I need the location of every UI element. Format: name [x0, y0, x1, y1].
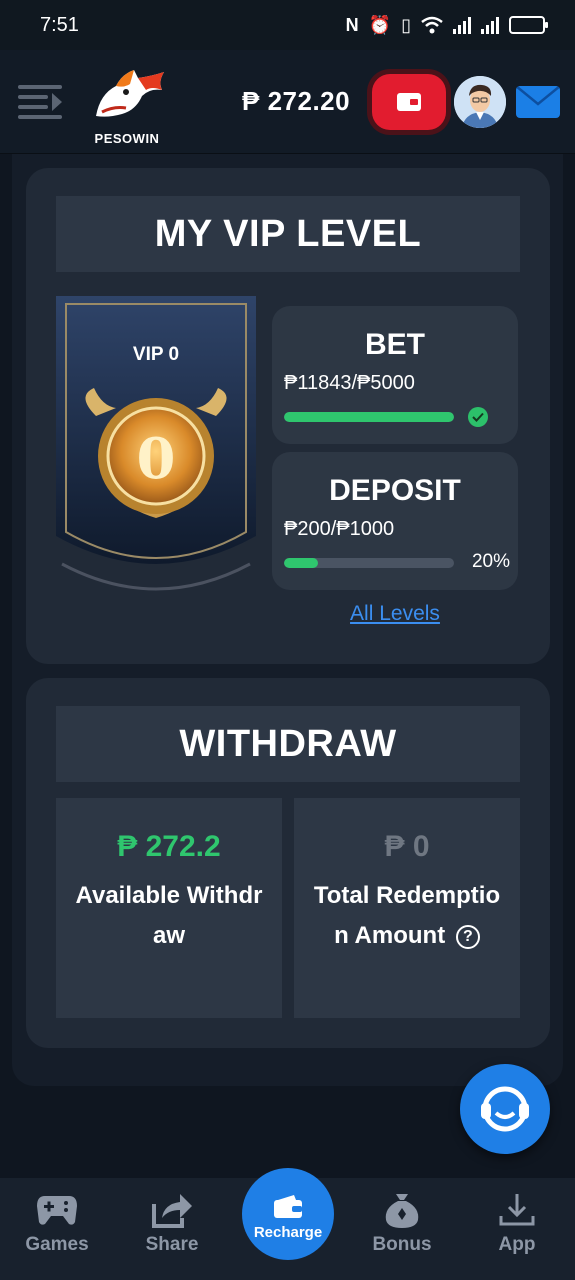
nav-games-label: Games — [25, 1234, 89, 1255]
menu-button[interactable] — [18, 83, 64, 121]
nav-share-label: Share — [145, 1234, 199, 1255]
bet-progress-box: BET ₱11843/₱5000 — [272, 306, 518, 444]
deposit-progress-fill — [284, 558, 318, 568]
mail-button[interactable] — [516, 86, 560, 118]
app-header: PESOWIN ₱ 272.20 — [0, 50, 575, 154]
bet-progress-fill — [284, 412, 454, 422]
deposit-percent: 20% — [471, 551, 510, 572]
nfc-icon: N — [345, 14, 359, 35]
deposit-progress-bar — [284, 558, 454, 568]
nav-bonus-label: Bonus — [372, 1234, 432, 1255]
balance-amount: ₱ 272.20 — [242, 86, 351, 116]
deposit-progress-box: DEPOSIT ₱200/₱1000 20% — [272, 452, 518, 590]
gamepad-icon — [37, 1196, 77, 1225]
wallet-card-icon — [397, 93, 421, 111]
horse-logo-icon — [96, 70, 164, 117]
bet-title: BET — [365, 328, 425, 361]
money-bag-icon — [385, 1194, 419, 1228]
check-icon — [468, 407, 488, 427]
nav-share[interactable]: Share — [127, 1192, 217, 1256]
deposit-title: DEPOSIT — [329, 474, 461, 507]
status-time: 7:51 — [40, 13, 79, 36]
vibrate-icon: ▯ — [401, 14, 411, 35]
avatar[interactable] — [454, 76, 506, 128]
withdraw-panel-title: WITHDRAW — [56, 706, 520, 782]
nav-recharge-label: Recharge — [253, 1224, 323, 1241]
vip-panel-title: MY VIP LEVEL — [56, 196, 520, 272]
help-icon[interactable]: ? — [455, 925, 480, 949]
customer-support-button[interactable] — [460, 1064, 550, 1154]
available-withdraw-amount: ₱ 272.2 — [117, 830, 221, 863]
logo-text: PESOWIN — [94, 131, 160, 146]
mail-icon — [516, 86, 560, 106]
nav-app[interactable]: App — [472, 1192, 562, 1256]
vip-level-label: VIP 0 — [132, 344, 180, 365]
total-redemption-label-wrap: Total Redemption Amount ? — [312, 876, 502, 956]
download-icon — [499, 1194, 535, 1226]
nav-games[interactable]: Games — [12, 1192, 102, 1256]
user-avatar-icon — [454, 76, 506, 128]
battery-icon — [509, 16, 548, 34]
total-redemption-box: ₱ 0 Total Redemption Amount ? — [294, 798, 520, 1018]
total-redemption-amount: ₱ 0 — [384, 830, 430, 863]
signal-icon-1 — [453, 16, 471, 34]
available-withdraw-label: Available Withdraw — [75, 882, 263, 949]
signal-icon-2 — [481, 16, 499, 34]
nav-app-label: App — [498, 1234, 536, 1255]
alarm-icon: ⏰ — [368, 14, 392, 35]
vip-badge-digit: 0 — [136, 426, 176, 492]
wallet-button[interactable] — [372, 74, 446, 130]
status-icons: N ⏰ ▯ — [345, 14, 548, 36]
bet-amount: ₱11843/₱5000 — [284, 372, 415, 394]
wifi-icon — [421, 16, 443, 34]
all-levels-link[interactable]: All Levels — [272, 602, 518, 626]
headset-icon — [481, 1086, 529, 1132]
nav-bonus[interactable]: Bonus — [357, 1192, 447, 1256]
pesowin-logo[interactable]: PESOWIN — [82, 66, 172, 146]
wallet-icon — [274, 1195, 302, 1218]
deposit-amount: ₱200/₱1000 — [284, 518, 395, 540]
menu-arrow-icon — [52, 93, 62, 111]
status-bar: 7:51 N ⏰ ▯ — [0, 0, 575, 50]
vip-level-card: VIP 0 0 — [56, 296, 256, 606]
share-icon — [152, 1194, 192, 1228]
bet-progress-bar — [284, 412, 454, 422]
available-withdraw-box: ₱ 272.2 Available Withdraw — [56, 798, 282, 1018]
nav-recharge[interactable]: Recharge — [242, 1168, 334, 1260]
